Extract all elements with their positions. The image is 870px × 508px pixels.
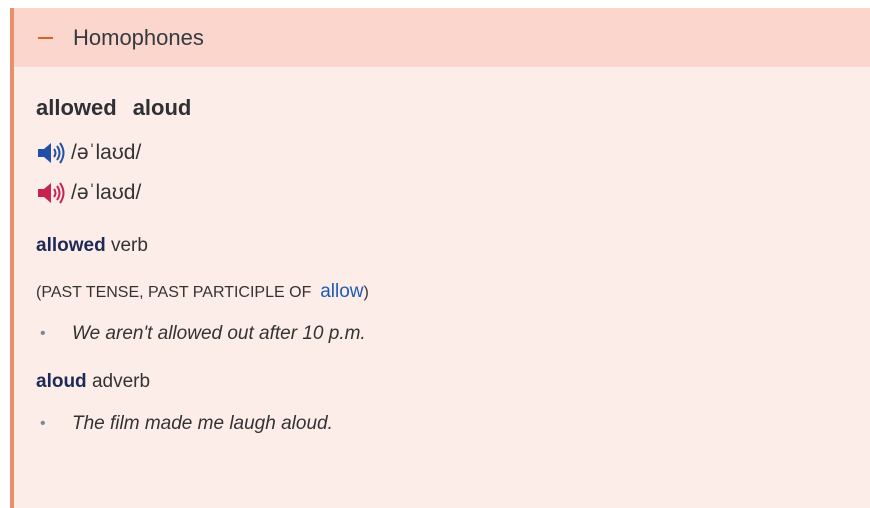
- entry-heading: aloud adverb: [36, 371, 870, 393]
- grammar-note: (PAST TENSE, PAST PARTICIPLE OF allow): [36, 281, 870, 303]
- panel-header[interactable]: Homophones: [14, 8, 870, 67]
- panel-content: allowed aloud /əˈlaʊd/ /əˈlaʊd/ allowed …: [14, 95, 870, 435]
- bullet-icon: •: [40, 325, 46, 342]
- entry-headword: aloud: [36, 371, 87, 392]
- part-of-speech: adverb: [91, 371, 151, 392]
- panel-title: Homophones: [73, 24, 204, 50]
- part-of-speech: verb: [110, 235, 148, 256]
- entry-heading: allowed verb: [36, 235, 870, 257]
- example-sentence: • The film made me laugh aloud.: [36, 413, 870, 435]
- grammar-suffix: ): [363, 284, 369, 301]
- bullet-icon: •: [40, 415, 46, 432]
- homophone-words: allowed aloud: [36, 95, 870, 121]
- collapse-icon[interactable]: [38, 36, 53, 39]
- ipa-text: /əˈlaʊd/: [71, 181, 142, 204]
- grammar-prefix: (PAST TENSE, PAST PARTICIPLE OF: [36, 284, 312, 301]
- homophones-panel: Homophones allowed aloud /əˈlaʊd/ /əˈlaʊ…: [10, 8, 870, 508]
- allow-link[interactable]: allow: [320, 281, 363, 302]
- example-text: We aren't allowed out after 10 p.m.: [72, 323, 366, 344]
- ipa-text: /əˈlaʊd/: [71, 141, 142, 164]
- example-text: The film made me laugh aloud.: [72, 413, 333, 434]
- pronunciation-uk: /əˈlaʊd/: [36, 133, 870, 173]
- homophone-word: aloud: [132, 95, 192, 120]
- speaker-uk-icon[interactable]: [36, 141, 69, 165]
- example-sentence: • We aren't allowed out after 10 p.m.: [36, 323, 870, 345]
- speaker-us-icon[interactable]: [36, 181, 69, 205]
- homophone-word: allowed: [36, 95, 117, 120]
- entry-headword: allowed: [36, 235, 106, 256]
- pronunciation-us: /əˈlaʊd/: [36, 173, 870, 213]
